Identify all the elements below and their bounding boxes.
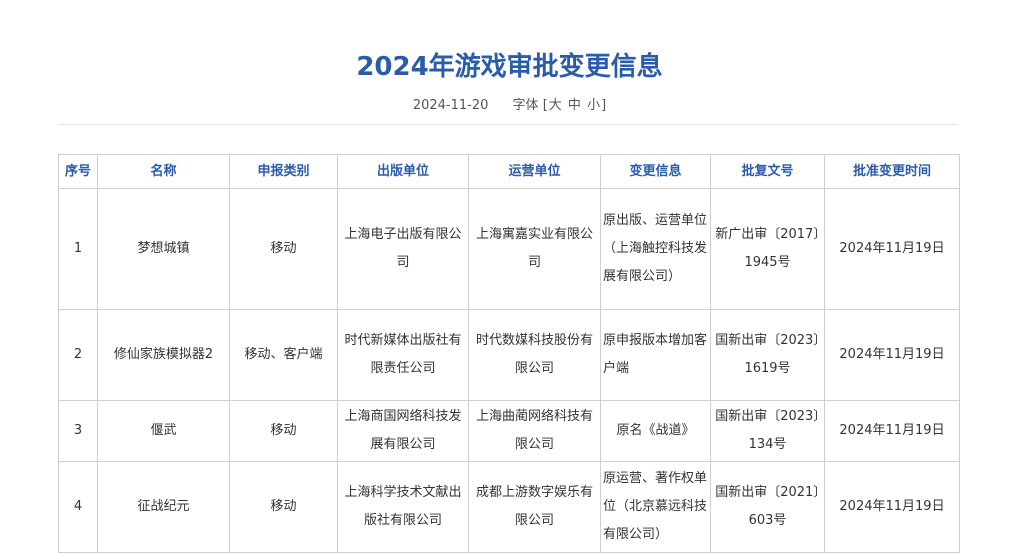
col-header-operator: 运营单位 [468, 154, 601, 189]
cell-approval-number: 国新出审〔2023〕1619号 [710, 309, 825, 401]
approval-changes-table: 序号 名称 申报类别 出版单位 运营单位 变更信息 批复文号 批准变更时间 1 … [58, 154, 960, 553]
cell-operator: 成都上游数字娱乐有限公司 [468, 461, 601, 553]
article-meta: 2024-11-20 字体 [大 中 小] [0, 96, 1019, 116]
cell-name: 征战纪元 [97, 461, 230, 553]
cell-name: 修仙家族模拟器2 [97, 309, 230, 401]
cell-category: 移动 [229, 461, 338, 553]
table-row: 3 偃武 移动 上海商国网络科技发展有限公司 上海曲蔺网络科技有限公司 原名《战… [58, 400, 960, 462]
cell-index: 1 [58, 188, 98, 310]
cell-publisher: 上海商国网络科技发展有限公司 [337, 400, 469, 462]
cell-approval-date: 2024年11月19日 [824, 188, 960, 310]
cell-category: 移动 [229, 188, 338, 310]
col-header-change-info: 变更信息 [600, 154, 711, 189]
cell-publisher: 上海科学技术文献出版社有限公司 [337, 461, 469, 553]
cell-approval-number: 新广出审〔2017〕1945号 [710, 188, 825, 310]
cell-name: 梦想城镇 [97, 188, 230, 310]
cell-change-info: 原出版、运营单位（上海触控科技发展有限公司） [600, 188, 711, 310]
cell-change-info: 原运营、著作权单位（北京慕远科技有限公司） [600, 461, 711, 553]
cell-index: 4 [58, 461, 98, 553]
cell-operator: 上海曲蔺网络科技有限公司 [468, 400, 601, 462]
cell-name: 偃武 [97, 400, 230, 462]
font-size-bracket-close: ] [601, 98, 607, 113]
cell-operator: 上海寓嘉实业有限公司 [468, 188, 601, 310]
col-header-approval-number: 批复文号 [710, 154, 825, 189]
font-size-label: 字体 [512, 98, 539, 113]
table-row: 4 征战纪元 移动 上海科学技术文献出版社有限公司 成都上游数字娱乐有限公司 原… [58, 461, 960, 553]
font-size-large-link[interactable]: 大 [548, 98, 563, 113]
cell-approval-number: 国新出审〔2021〕603号 [710, 461, 825, 553]
cell-change-info: 原申报版本增加客户端 [600, 309, 711, 401]
cell-category: 移动、客户端 [229, 309, 338, 401]
col-header-category: 申报类别 [229, 154, 338, 189]
cell-operator: 时代数媒科技股份有限公司 [468, 309, 601, 401]
table-header-row: 序号 名称 申报类别 出版单位 运营单位 变更信息 批复文号 批准变更时间 [58, 154, 960, 189]
cell-category: 移动 [229, 400, 338, 462]
cell-publisher: 上海电子出版有限公司 [337, 188, 469, 310]
header-divider [58, 124, 958, 125]
cell-approval-date: 2024年11月19日 [824, 400, 960, 462]
cell-index: 2 [58, 309, 98, 401]
page-title: 2024年游戏审批变更信息 [356, 52, 663, 83]
table-row: 1 梦想城镇 移动 上海电子出版有限公司 上海寓嘉实业有限公司 原出版、运营单位… [58, 188, 960, 310]
table-row: 2 修仙家族模拟器2 移动、客户端 时代新媒体出版社有限责任公司 时代数媒科技股… [58, 309, 960, 401]
col-header-publisher: 出版单位 [337, 154, 469, 189]
cell-index: 3 [58, 400, 98, 462]
publish-date: 2024-11-20 [412, 98, 489, 113]
cell-publisher: 时代新媒体出版社有限责任公司 [337, 309, 469, 401]
font-size-small-link[interactable]: 小 [586, 98, 601, 113]
cell-approval-date: 2024年11月19日 [824, 309, 960, 401]
cell-approval-number: 国新出审〔2023〕134号 [710, 400, 825, 462]
col-header-approval-date: 批准变更时间 [824, 154, 960, 189]
cell-change-info: 原名《战道》 [600, 400, 711, 462]
col-header-index: 序号 [58, 154, 98, 189]
col-header-name: 名称 [97, 154, 230, 189]
cell-approval-date: 2024年11月19日 [824, 461, 960, 553]
font-size-bracket-open: [ [542, 98, 548, 113]
font-size-medium-link[interactable]: 中 [567, 98, 582, 113]
